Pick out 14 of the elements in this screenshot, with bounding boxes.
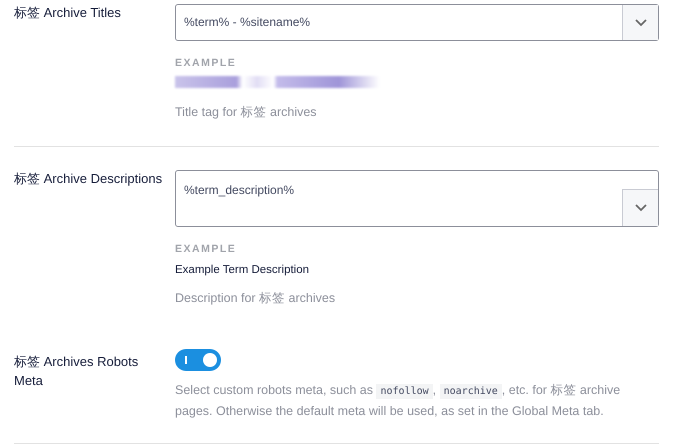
template-field[interactable]: %term_description%	[175, 170, 659, 227]
example-text: Example Term Description	[175, 264, 310, 276]
template-field[interactable]: %term% - %sitename%	[175, 4, 659, 41]
example-heading: EXAMPLE	[175, 57, 238, 69]
setting-label: 标签 Archive Descriptions	[14, 170, 164, 188]
help-text: Title tag for 标签 archives	[175, 104, 318, 121]
chevron-down-icon	[634, 204, 646, 212]
example-heading: EXAMPLE	[175, 243, 238, 255]
chevron-down-icon	[634, 18, 646, 26]
description-text: Select custom robots meta, such as nofollow , noarchive , etc. for 标签 archive pages. Otherwise the default meta will be used, as set in the Global Meta tab.	[175, 382, 622, 420]
toggle-switch[interactable]	[175, 349, 221, 371]
help-text: Description for 标签 archives	[175, 290, 336, 307]
setting-label: 标签 Archive Titles	[14, 4, 122, 22]
setting-label: 标签 Archives Robots Meta	[14, 353, 140, 390]
